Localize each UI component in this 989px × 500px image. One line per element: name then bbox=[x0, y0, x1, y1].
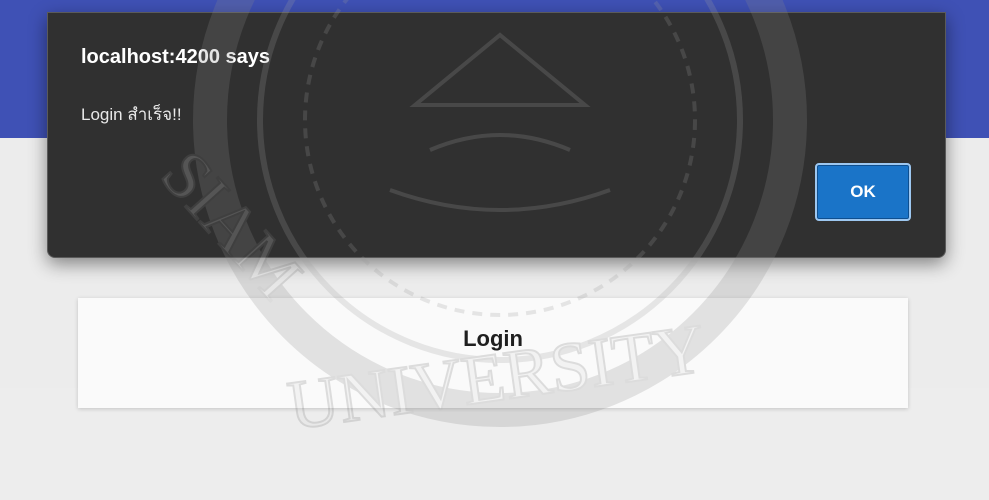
login-title: Login bbox=[463, 326, 523, 351]
ok-button[interactable]: OK bbox=[815, 163, 911, 221]
alert-dialog: localhost:4200 says Login สำเร็จ!! OK bbox=[47, 12, 946, 258]
login-card: Login bbox=[78, 298, 908, 408]
dialog-title: localhost:4200 says bbox=[81, 46, 270, 68]
dialog-message: Login สำเร็จ!! bbox=[81, 105, 182, 124]
